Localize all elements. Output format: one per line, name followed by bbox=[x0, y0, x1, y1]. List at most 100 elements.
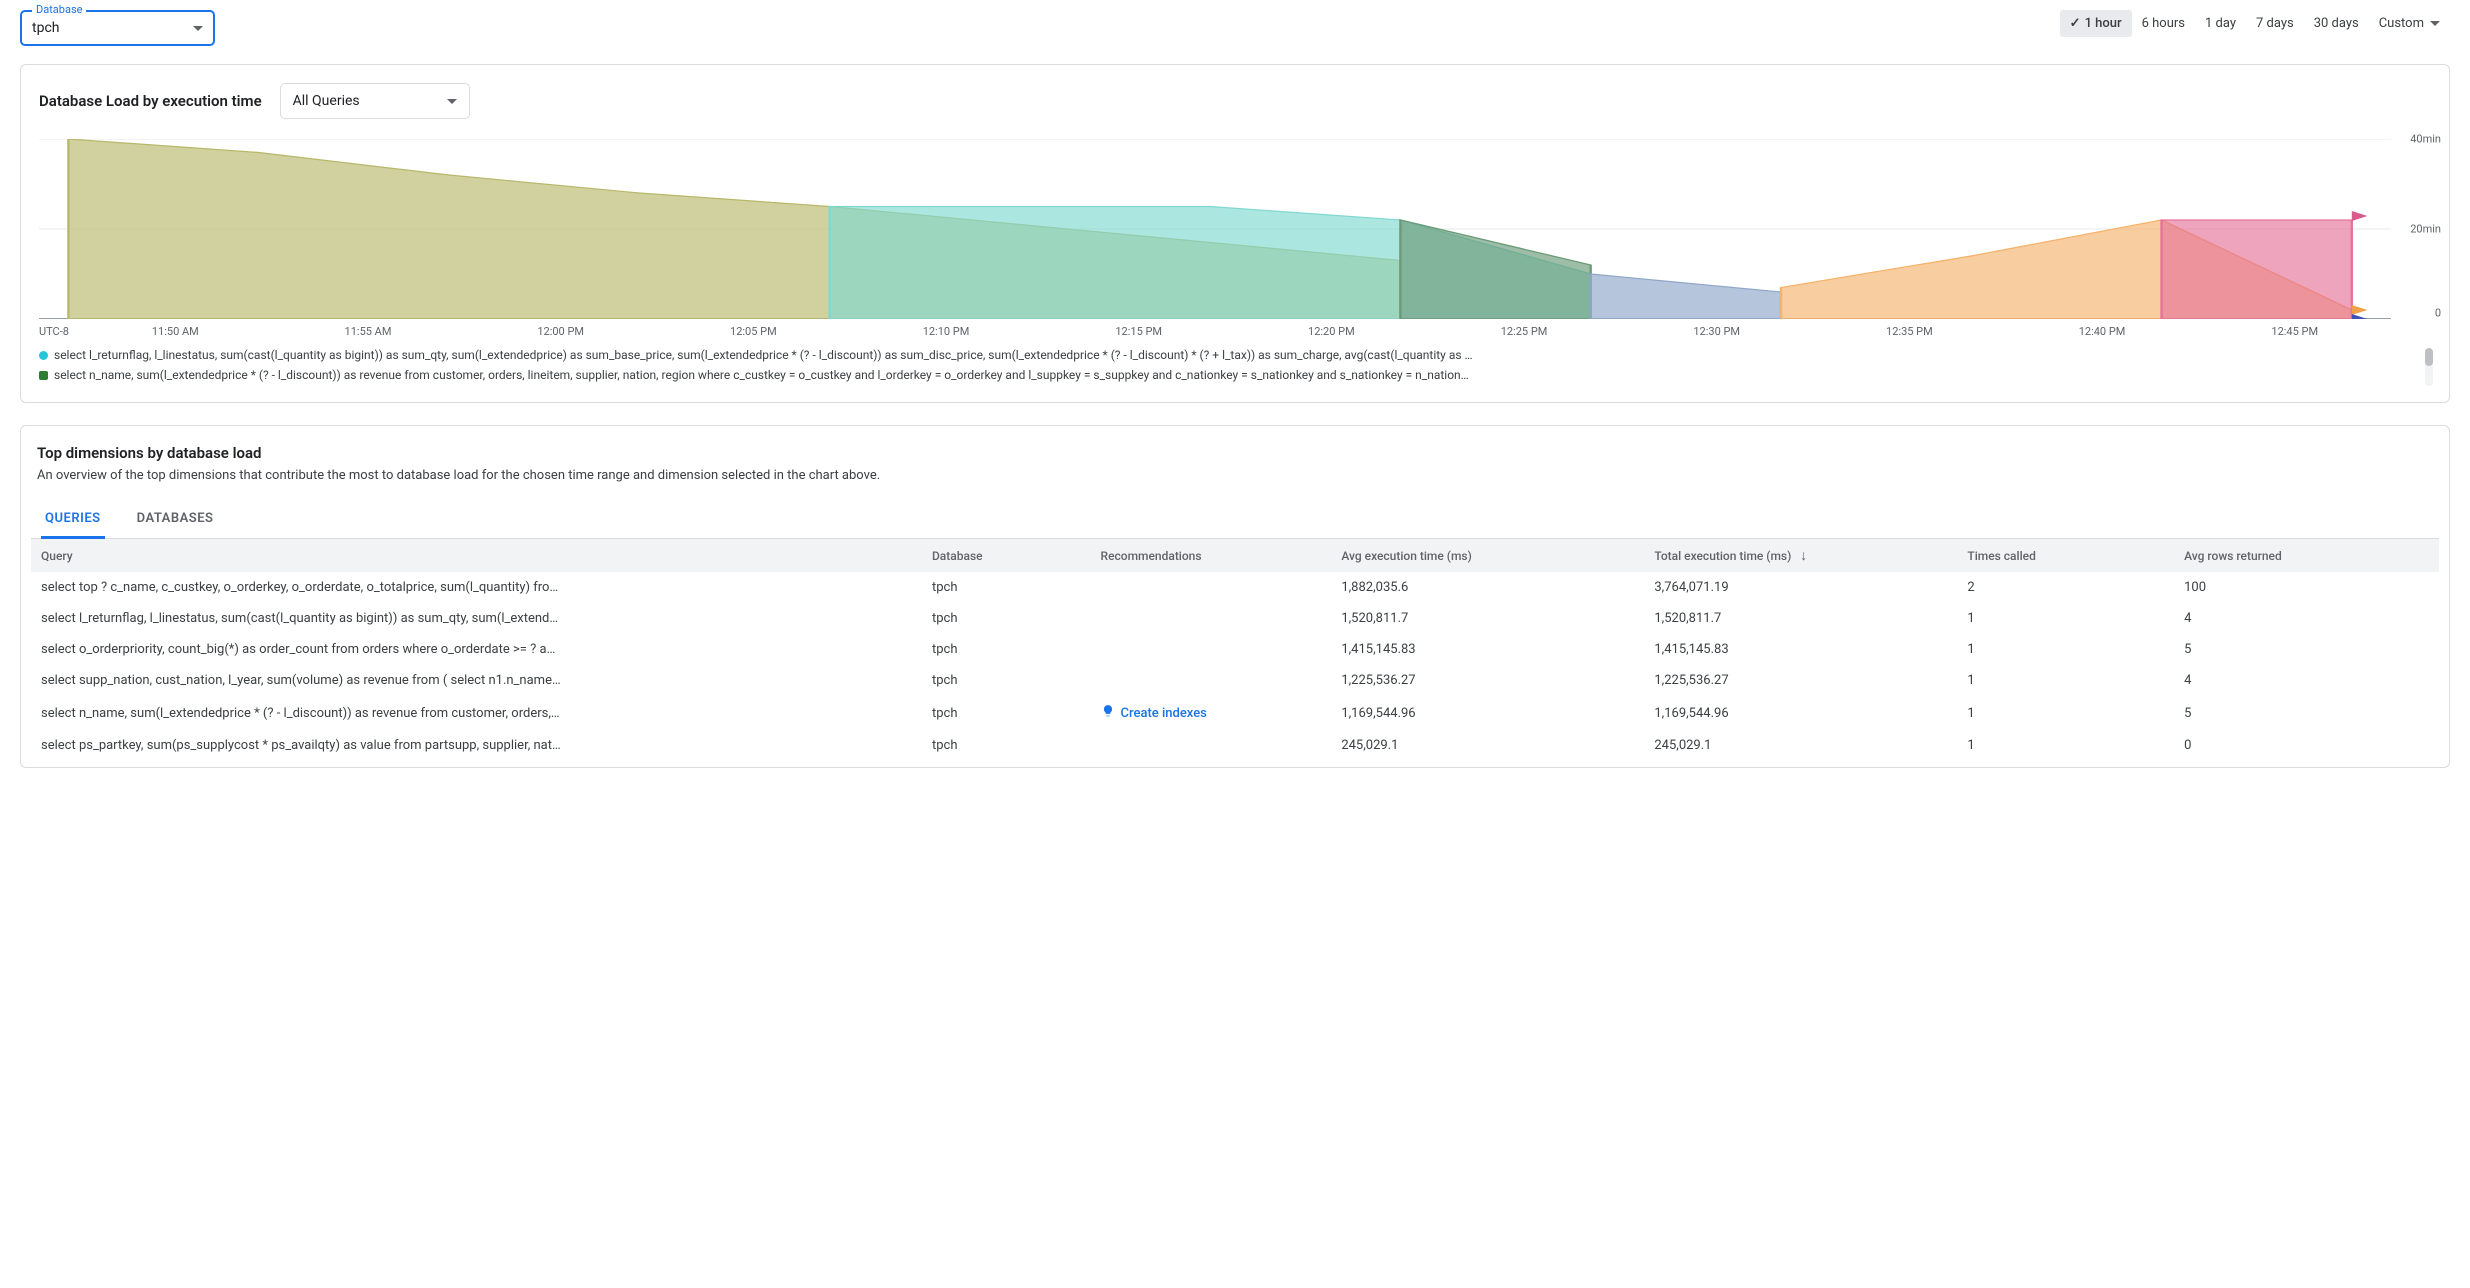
caret-down-icon bbox=[447, 99, 457, 104]
cell-query: select supp_nation, cust_nation, l_year,… bbox=[31, 665, 922, 696]
cell-database: tpch bbox=[922, 665, 1091, 696]
database-select-value: tpch bbox=[32, 20, 193, 36]
cell-times-called: 2 bbox=[1957, 572, 2174, 603]
dimensions-title: Top dimensions by database load bbox=[37, 444, 2439, 462]
chart-y-tick: 0 bbox=[2435, 307, 2441, 320]
cell-avg-exec: 1,225,536.27 bbox=[1331, 665, 1644, 696]
col-header-avg-rows[interactable]: Avg rows returned bbox=[2174, 539, 2439, 572]
time-range-option[interactable]: 30 days bbox=[2304, 10, 2369, 37]
chart-x-tick: 12:00 PM bbox=[464, 325, 657, 338]
load-chart-title: Database Load by execution time bbox=[39, 92, 262, 110]
chart-x-tick: 12:20 PM bbox=[1235, 325, 1428, 338]
col-header-avg-exec[interactable]: Avg execution time (ms) bbox=[1331, 539, 1644, 572]
chart-x-tick: 12:10 PM bbox=[850, 325, 1043, 338]
dimensions-card: Top dimensions by database load An overv… bbox=[20, 425, 2450, 768]
database-select-label: Database bbox=[32, 3, 86, 16]
chart-legend-item[interactable]: select n_name, sum(l_extendedprice * (? … bbox=[39, 368, 2417, 382]
chart-x-tick: 12:40 PM bbox=[2006, 325, 2199, 338]
time-range-option[interactable]: 7 days bbox=[2246, 10, 2304, 37]
queries-table-body: select top ? c_name, c_custkey, o_orderk… bbox=[31, 572, 2439, 761]
cell-avg-rows: 0 bbox=[2174, 730, 2439, 761]
legend-scrollbar-thumb[interactable] bbox=[2425, 348, 2433, 366]
table-row[interactable]: select l_returnflag, l_linestatus, sum(c… bbox=[31, 603, 2439, 634]
time-range-label: 7 days bbox=[2256, 16, 2294, 31]
legend-swatch-icon bbox=[39, 351, 48, 360]
chart-legend-item[interactable]: select l_returnflag, l_linestatus, sum(c… bbox=[39, 348, 2417, 362]
cell-total-exec: 1,520,811.7 bbox=[1644, 603, 1957, 634]
cell-recommendation bbox=[1091, 634, 1332, 665]
chart-x-tick: 11:50 AM bbox=[79, 325, 272, 338]
col-header-recommendations[interactable]: Recommendations bbox=[1091, 539, 1332, 572]
cell-avg-exec: 1,882,035.6 bbox=[1331, 572, 1644, 603]
load-chart-header: Database Load by execution time All Quer… bbox=[39, 83, 2441, 119]
cell-query: select l_returnflag, l_linestatus, sum(c… bbox=[31, 603, 922, 634]
chart-x-tick: 12:15 PM bbox=[1042, 325, 1235, 338]
cell-avg-rows: 4 bbox=[2174, 665, 2439, 696]
col-header-database[interactable]: Database bbox=[922, 539, 1091, 572]
cell-total-exec: 3,764,071.19 bbox=[1644, 572, 1957, 603]
cell-avg-exec: 1,520,811.7 bbox=[1331, 603, 1644, 634]
cell-avg-rows: 5 bbox=[2174, 696, 2439, 730]
col-header-times-called[interactable]: Times called bbox=[1957, 539, 2174, 572]
table-row[interactable]: select supp_nation, cust_nation, l_year,… bbox=[31, 665, 2439, 696]
time-range-label: 1 day bbox=[2205, 16, 2236, 31]
col-header-total-exec-label: Total execution time (ms) bbox=[1654, 549, 1791, 563]
chart-x-tick: 11:55 AM bbox=[272, 325, 465, 338]
chart-x-tick: 12:45 PM bbox=[2198, 325, 2391, 338]
recommendation-label: Create indexes bbox=[1121, 706, 1207, 721]
cell-total-exec: 245,029.1 bbox=[1644, 730, 1957, 761]
cell-total-exec: 1,415,145.83 bbox=[1644, 634, 1957, 665]
time-range-label: 30 days bbox=[2314, 16, 2359, 31]
cell-avg-exec: 245,029.1 bbox=[1331, 730, 1644, 761]
time-range-custom[interactable]: Custom bbox=[2369, 10, 2450, 37]
table-row[interactable]: select ps_partkey, sum(ps_supplycost * p… bbox=[31, 730, 2439, 761]
legend-item-text: select n_name, sum(l_extendedprice * (? … bbox=[54, 368, 1469, 382]
table-row[interactable]: select n_name, sum(l_extendedprice * (? … bbox=[31, 696, 2439, 730]
cell-total-exec: 1,169,544.96 bbox=[1644, 696, 1957, 730]
cell-avg-rows: 4 bbox=[2174, 603, 2439, 634]
load-chart-card: Database Load by execution time All Quer… bbox=[20, 64, 2450, 403]
cell-avg-rows: 5 bbox=[2174, 634, 2439, 665]
chart-x-tick: 12:25 PM bbox=[1428, 325, 1621, 338]
tab-queries[interactable]: QUERIES bbox=[41, 501, 105, 539]
cell-total-exec: 1,225,536.27 bbox=[1644, 665, 1957, 696]
create-indexes-link[interactable]: Create indexes bbox=[1101, 704, 1207, 722]
dimensions-subtitle: An overview of the top dimensions that c… bbox=[37, 468, 2439, 483]
legend-scrollbar[interactable] bbox=[2425, 348, 2433, 386]
tab-databases[interactable]: DATABASES bbox=[133, 501, 218, 539]
col-header-total-exec[interactable]: Total execution time (ms) ↓ bbox=[1644, 539, 1957, 572]
time-range-option[interactable]: ✓1 hour bbox=[2060, 10, 2132, 37]
caret-down-icon bbox=[193, 26, 203, 31]
dimensions-tabs: QUERIES DATABASES bbox=[31, 501, 2439, 539]
cell-database: tpch bbox=[922, 603, 1091, 634]
chart-x-tick: 12:05 PM bbox=[657, 325, 850, 338]
legend-swatch-icon bbox=[39, 371, 48, 380]
cell-query: select n_name, sum(l_extendedprice * (? … bbox=[31, 696, 922, 730]
col-header-query[interactable]: Query bbox=[31, 539, 922, 572]
caret-down-icon bbox=[2430, 21, 2440, 26]
cell-database: tpch bbox=[922, 634, 1091, 665]
time-range-option[interactable]: 1 day bbox=[2195, 10, 2246, 37]
cell-database: tpch bbox=[922, 730, 1091, 761]
sort-descending-icon: ↓ bbox=[1800, 548, 1807, 564]
database-select[interactable]: Database tpch bbox=[20, 10, 215, 46]
table-header-row: Query Database Recommendations Avg execu… bbox=[31, 539, 2439, 572]
cell-times-called: 1 bbox=[1957, 603, 2174, 634]
load-chart-plot: 40min20min0 bbox=[39, 139, 2441, 319]
check-icon: ✓ bbox=[2070, 16, 2081, 31]
cell-query: select ps_partkey, sum(ps_supplycost * p… bbox=[31, 730, 922, 761]
queries-table: Query Database Recommendations Avg execu… bbox=[31, 539, 2439, 761]
table-row[interactable]: select top ? c_name, c_custkey, o_orderk… bbox=[31, 572, 2439, 603]
chart-timezone-label: UTC-8 bbox=[39, 325, 79, 338]
chart-x-tick: 12:30 PM bbox=[1620, 325, 1813, 338]
table-row[interactable]: select o_orderpriority, count_big(*) as … bbox=[31, 634, 2439, 665]
time-range-option[interactable]: 6 hours bbox=[2132, 10, 2195, 37]
cell-database: tpch bbox=[922, 572, 1091, 603]
chart-x-axis: UTC-811:50 AM11:55 AM12:00 PM12:05 PM12:… bbox=[39, 325, 2441, 338]
cell-query: select o_orderpriority, count_big(*) as … bbox=[31, 634, 922, 665]
chart-y-tick: 20min bbox=[2410, 223, 2441, 236]
cell-database: tpch bbox=[922, 696, 1091, 730]
query-filter-select[interactable]: All Queries bbox=[280, 83, 470, 119]
cell-times-called: 1 bbox=[1957, 730, 2174, 761]
cell-recommendation bbox=[1091, 730, 1332, 761]
